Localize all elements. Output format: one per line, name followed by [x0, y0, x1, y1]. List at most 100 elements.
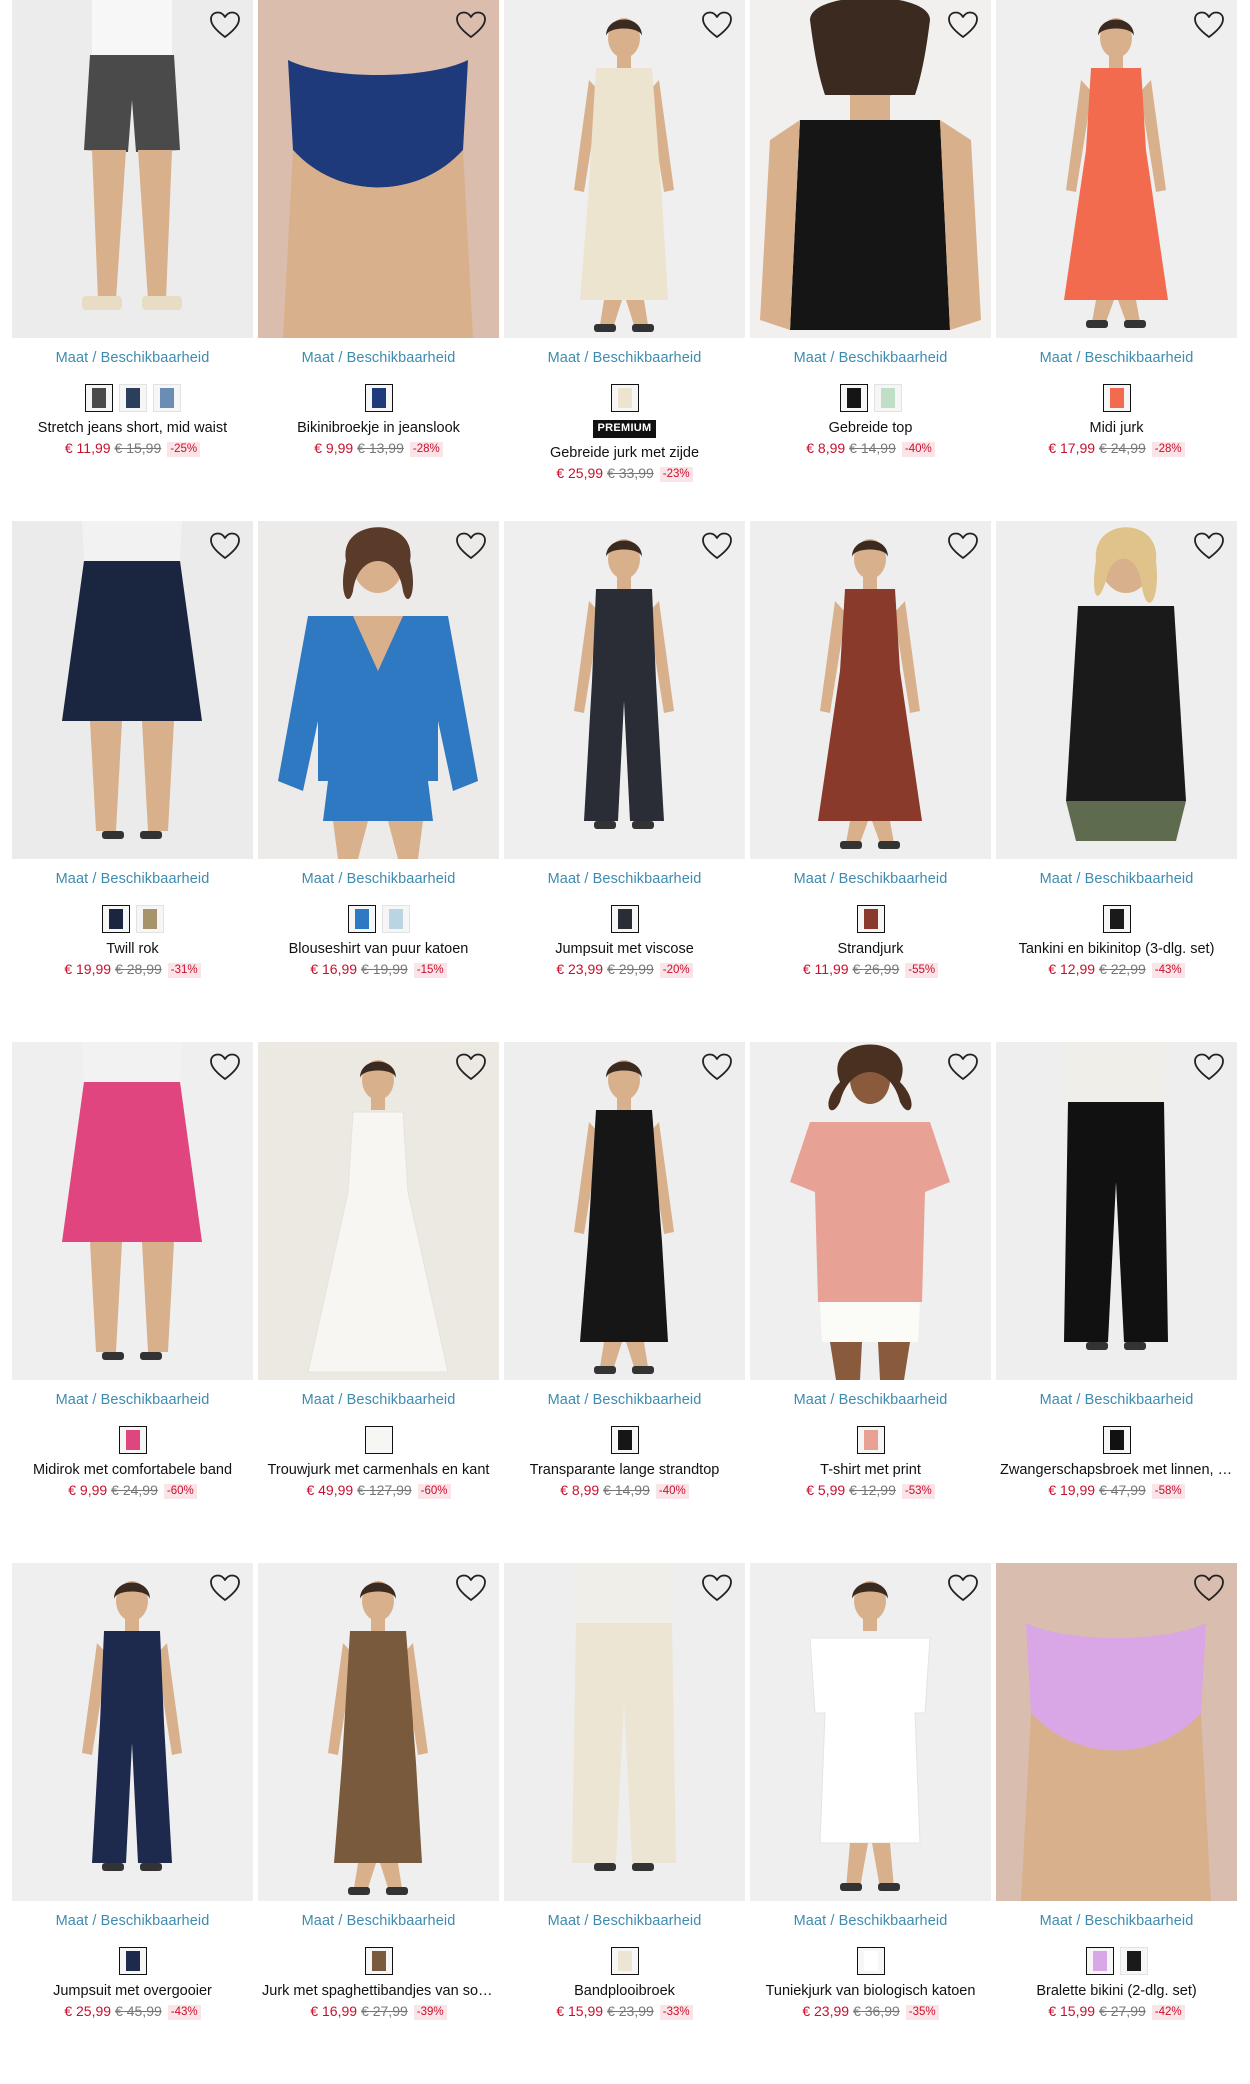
product-card[interactable]: Maat / Beschikbaarheid Trouwjurk met car… — [258, 1042, 499, 1563]
product-image[interactable] — [12, 1042, 253, 1380]
product-name[interactable]: Jumpsuit met overgooier — [12, 1983, 253, 1999]
color-swatch[interactable] — [101, 905, 130, 933]
product-name[interactable]: Jurk met spaghettibandjes van soe… — [258, 1983, 499, 1999]
size-availability-link[interactable]: Maat / Beschikbaarheid — [12, 1392, 253, 1408]
product-name[interactable]: Trouwjurk met carmenhals en kant — [258, 1462, 499, 1478]
product-image[interactable] — [996, 521, 1237, 859]
color-swatch[interactable] — [381, 905, 410, 933]
product-image[interactable] — [12, 0, 253, 338]
product-image[interactable] — [12, 1563, 253, 1901]
product-image[interactable] — [996, 1042, 1237, 1380]
product-card[interactable]: Maat / Beschikbaarheid Jumpsuit met visc… — [504, 521, 745, 1042]
size-availability-link[interactable]: Maat / Beschikbaarheid — [750, 1913, 991, 1929]
product-card[interactable]: Maat / Beschikbaarheid Gebreide top € 8,… — [750, 0, 991, 521]
wishlist-heart-icon[interactable] — [1193, 10, 1225, 40]
wishlist-heart-icon[interactable] — [209, 1573, 241, 1603]
color-swatch[interactable] — [364, 1947, 393, 1975]
size-availability-link[interactable]: Maat / Beschikbaarheid — [750, 350, 991, 366]
wishlist-heart-icon[interactable] — [947, 531, 979, 561]
size-availability-link[interactable]: Maat / Beschikbaarheid — [996, 1913, 1237, 1929]
product-image[interactable] — [504, 0, 745, 338]
color-swatch[interactable] — [610, 384, 639, 412]
color-swatch[interactable] — [118, 1426, 147, 1454]
product-image[interactable] — [504, 1563, 745, 1901]
size-availability-link[interactable]: Maat / Beschikbaarheid — [750, 871, 991, 887]
product-image[interactable] — [258, 1042, 499, 1380]
product-card[interactable]: Maat / Beschikbaarheid Bikinibroekje in … — [258, 0, 499, 521]
color-swatch[interactable] — [347, 905, 376, 933]
product-name[interactable]: Zwangerschapsbroek met linnen, st… — [996, 1462, 1237, 1478]
product-name[interactable]: Tankini en bikinitop (3-dlg. set) — [996, 941, 1237, 957]
color-swatch[interactable] — [364, 384, 393, 412]
size-availability-link[interactable]: Maat / Beschikbaarheid — [504, 1913, 745, 1929]
product-image[interactable] — [750, 0, 991, 338]
color-swatch[interactable] — [1119, 1947, 1148, 1975]
size-availability-link[interactable]: Maat / Beschikbaarheid — [504, 871, 745, 887]
wishlist-heart-icon[interactable] — [209, 10, 241, 40]
color-swatch[interactable] — [1102, 905, 1131, 933]
product-image[interactable] — [504, 1042, 745, 1380]
wishlist-heart-icon[interactable] — [455, 1573, 487, 1603]
size-availability-link[interactable]: Maat / Beschikbaarheid — [504, 350, 745, 366]
wishlist-heart-icon[interactable] — [1193, 1573, 1225, 1603]
product-card[interactable]: Maat / Beschikbaarheid Strandjurk € 11,9… — [750, 521, 991, 1042]
product-name[interactable]: Bikinibroekje in jeanslook — [258, 420, 499, 436]
wishlist-heart-icon[interactable] — [1193, 531, 1225, 561]
product-card[interactable]: Maat / Beschikbaarheid Jurk met spaghett… — [258, 1563, 499, 2084]
product-image[interactable] — [750, 1042, 991, 1380]
color-swatch[interactable] — [1102, 1426, 1131, 1454]
product-card[interactable]: Maat / Beschikbaarheid Tankini en bikini… — [996, 521, 1237, 1042]
wishlist-heart-icon[interactable] — [947, 1573, 979, 1603]
color-swatch[interactable] — [873, 384, 902, 412]
color-swatch[interactable] — [364, 1426, 393, 1454]
color-swatch[interactable] — [856, 1426, 885, 1454]
wishlist-heart-icon[interactable] — [455, 1052, 487, 1082]
color-swatch[interactable] — [1085, 1947, 1114, 1975]
product-image[interactable] — [750, 1563, 991, 1901]
product-name[interactable]: Midirok met comfortabele band — [12, 1462, 253, 1478]
wishlist-heart-icon[interactable] — [455, 531, 487, 561]
wishlist-heart-icon[interactable] — [701, 1573, 733, 1603]
color-swatch[interactable] — [856, 905, 885, 933]
product-card[interactable]: Maat / Beschikbaarheid Stretch jeans sho… — [12, 0, 253, 521]
product-image[interactable] — [258, 1563, 499, 1901]
product-card[interactable]: Maat / Beschikbaarheid PREMIUM Gebreide j… — [504, 0, 745, 521]
product-card[interactable]: Maat / Beschikbaarheid Midi jurk € 17,99… — [996, 0, 1237, 521]
size-availability-link[interactable]: Maat / Beschikbaarheid — [996, 871, 1237, 887]
product-name[interactable]: Strandjurk — [750, 941, 991, 957]
wishlist-heart-icon[interactable] — [701, 1052, 733, 1082]
size-availability-link[interactable]: Maat / Beschikbaarheid — [504, 1392, 745, 1408]
wishlist-heart-icon[interactable] — [209, 531, 241, 561]
color-swatch[interactable] — [84, 384, 113, 412]
size-availability-link[interactable]: Maat / Beschikbaarheid — [258, 1392, 499, 1408]
product-card[interactable]: Maat / Beschikbaarheid Bralette bikini (… — [996, 1563, 1237, 2084]
size-availability-link[interactable]: Maat / Beschikbaarheid — [258, 1913, 499, 1929]
wishlist-heart-icon[interactable] — [701, 10, 733, 40]
color-swatch[interactable] — [610, 905, 639, 933]
wishlist-heart-icon[interactable] — [209, 1052, 241, 1082]
product-name[interactable]: Midi jurk — [996, 420, 1237, 436]
size-availability-link[interactable]: Maat / Beschikbaarheid — [12, 871, 253, 887]
wishlist-heart-icon[interactable] — [947, 1052, 979, 1082]
product-image[interactable] — [750, 521, 991, 859]
size-availability-link[interactable]: Maat / Beschikbaarheid — [258, 350, 499, 366]
product-name[interactable]: Gebreide top — [750, 420, 991, 436]
color-swatch[interactable] — [118, 1947, 147, 1975]
product-card[interactable]: Maat / Beschikbaarheid Blouseshirt van p… — [258, 521, 499, 1042]
size-availability-link[interactable]: Maat / Beschikbaarheid — [996, 350, 1237, 366]
product-name[interactable]: Jumpsuit met viscose — [504, 941, 745, 957]
product-image[interactable] — [996, 1563, 1237, 1901]
product-image[interactable] — [504, 521, 745, 859]
color-swatch[interactable] — [610, 1947, 639, 1975]
product-name[interactable]: Gebreide jurk met zijde — [504, 445, 745, 461]
product-name[interactable]: Transparante lange strandtop — [504, 1462, 745, 1478]
color-swatch[interactable] — [135, 905, 164, 933]
color-swatch[interactable] — [839, 384, 868, 412]
product-name[interactable]: Twill rok — [12, 941, 253, 957]
size-availability-link[interactable]: Maat / Beschikbaarheid — [12, 1913, 253, 1929]
color-swatch[interactable] — [152, 384, 181, 412]
size-availability-link[interactable]: Maat / Beschikbaarheid — [258, 871, 499, 887]
product-card[interactable]: Maat / Beschikbaarheid T-shirt met print… — [750, 1042, 991, 1563]
color-swatch[interactable] — [610, 1426, 639, 1454]
wishlist-heart-icon[interactable] — [947, 10, 979, 40]
